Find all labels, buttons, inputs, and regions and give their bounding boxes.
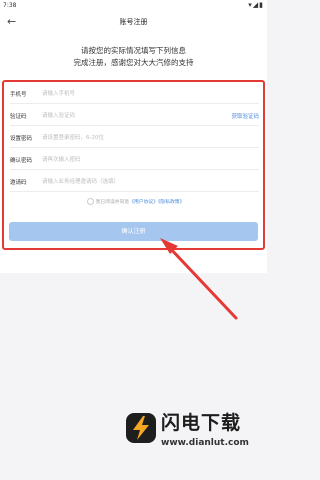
watermark: 闪电下载 www.dianlut.com bbox=[125, 406, 265, 456]
watermark-title: 闪电下载 bbox=[161, 412, 242, 434]
lightning-logo-icon bbox=[126, 413, 156, 443]
watermark-url: www.dianlut.com bbox=[161, 438, 249, 448]
